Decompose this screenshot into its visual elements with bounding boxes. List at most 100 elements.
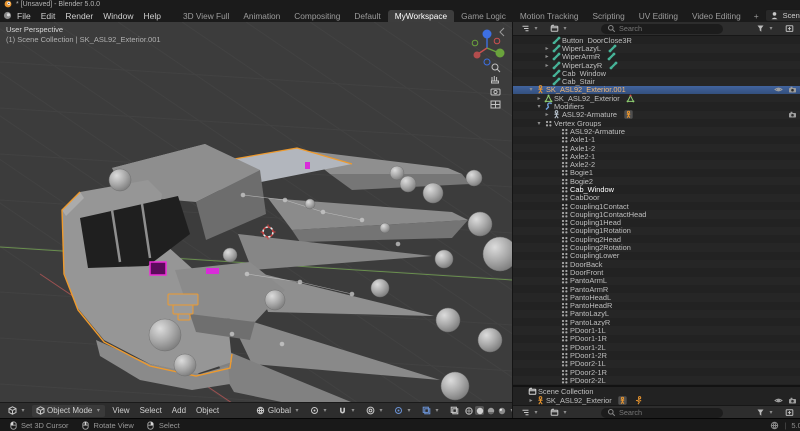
expander-icon[interactable]: ▸ bbox=[543, 53, 551, 60]
outliner-row-couplinglower[interactable]: CouplingLower bbox=[513, 252, 800, 260]
viewport-menu-select[interactable]: Select bbox=[135, 406, 167, 415]
orientation-label: Global bbox=[268, 406, 291, 415]
blender-menu-icon[interactable] bbox=[2, 11, 12, 20]
viewport-menu-add[interactable]: Add bbox=[167, 406, 191, 415]
outliner-row-pantolazyl[interactable]: PantoLazyL bbox=[513, 310, 800, 318]
outliner-row-pdoor1-2l[interactable]: PDoor1-2L bbox=[513, 343, 800, 351]
menu-edit[interactable]: Edit bbox=[36, 11, 61, 21]
expander-icon[interactable]: ▾ bbox=[527, 86, 535, 93]
outliner-row-axle2-1[interactable]: Axle2-1 bbox=[513, 152, 800, 160]
outliner-row-cab-window[interactable]: Cab_Window bbox=[513, 185, 800, 193]
outliner-row-pantoheadl[interactable]: PantoHeadL bbox=[513, 293, 800, 301]
proportional-edit-dropdown[interactable]: ▾ bbox=[362, 405, 388, 417]
outliner-row-vertex-groups[interactable]: ▾Vertex Groups bbox=[513, 119, 800, 127]
outliner-row-axle2-2[interactable]: Axle2-2 bbox=[513, 160, 800, 168]
outliner-row-pdoor1-1l[interactable]: PDoor1-1L bbox=[513, 326, 800, 334]
outliner-row-pantoarmr[interactable]: PantoArmR bbox=[513, 285, 800, 293]
main-menus: FileEditRenderWindowHelp bbox=[12, 11, 166, 21]
overlays-dropdown[interactable]: ▾ bbox=[418, 405, 444, 417]
xray-toggle[interactable] bbox=[446, 405, 462, 417]
outliner-row-sk-asl92-exterior[interactable]: ▸SK_ASL92_Exterior bbox=[513, 396, 800, 405]
shading-rendered-button[interactable] bbox=[497, 406, 506, 415]
eye-icon[interactable] bbox=[773, 85, 783, 94]
mode-dropdown[interactable]: Object Mode▾ bbox=[32, 405, 105, 417]
new-collection-button[interactable] bbox=[781, 407, 797, 419]
outliner-row-pdoor2-1l[interactable]: PDoor2-1L bbox=[513, 360, 800, 368]
outliner-row-pdoor2-1r[interactable]: PDoor2-1R bbox=[513, 368, 800, 376]
outliner-row-pantoarml[interactable]: PantoArmL bbox=[513, 277, 800, 285]
shading-solid-button[interactable] bbox=[475, 406, 484, 415]
workspace-tab-default[interactable]: Default bbox=[347, 10, 387, 22]
editor-type-button[interactable]: ▾ bbox=[517, 23, 543, 35]
filter-dropdown[interactable]: ▾ bbox=[752, 407, 778, 419]
outliner-row-coupling1rotation[interactable]: Coupling1Rotation bbox=[513, 227, 800, 235]
workspace-tab-animation[interactable]: Animation bbox=[236, 10, 287, 22]
pivot-dropdown[interactable]: ▾ bbox=[306, 405, 332, 417]
outliner-row-coupling2head[interactable]: Coupling2Head bbox=[513, 235, 800, 243]
outliner-row-axle1-2[interactable]: Axle1-2 bbox=[513, 144, 800, 152]
xray-icon bbox=[449, 406, 459, 415]
viewport-menu-view[interactable]: View bbox=[107, 406, 134, 415]
new-collection-icon bbox=[784, 24, 794, 33]
add-workspace-button[interactable]: + bbox=[748, 11, 765, 21]
gizmos-dropdown[interactable]: ▾ bbox=[390, 405, 416, 417]
workspace-tab-3d-view-full[interactable]: 3D View Full bbox=[176, 10, 236, 22]
workspace-tab-myworkspace[interactable]: MyWorkspace bbox=[388, 10, 454, 22]
workspace-tab-motion-tracking[interactable]: Motion Tracking bbox=[513, 10, 586, 22]
menu-file[interactable]: File bbox=[12, 11, 36, 21]
outliner-row-doorfront[interactable]: DoorFront bbox=[513, 268, 800, 276]
expander-icon[interactable]: ▸ bbox=[543, 111, 551, 118]
expander-icon[interactable]: ▸ bbox=[535, 95, 543, 102]
outliner-row-axle1-1[interactable]: Axle1-1 bbox=[513, 136, 800, 144]
display-mode-dropdown[interactable]: ▾ bbox=[546, 407, 572, 419]
eye-icon[interactable] bbox=[773, 396, 783, 405]
shading-wireframe-button[interactable] bbox=[464, 406, 473, 415]
outliner-row-coupling2rotation[interactable]: Coupling2Rotation bbox=[513, 243, 800, 251]
workspace-tab-game-logic[interactable]: Game Logic bbox=[454, 10, 513, 22]
outliner-row-pantoheadr[interactable]: PantoHeadR bbox=[513, 302, 800, 310]
outliner-search-input[interactable]: Search bbox=[601, 24, 723, 34]
viewport-canvas[interactable] bbox=[0, 22, 512, 403]
viewport-3d: User Perspective (1) Scene Collection | … bbox=[0, 22, 512, 418]
viewport-overlay: User Perspective (1) Scene Collection | … bbox=[6, 25, 161, 45]
camera-icon[interactable] bbox=[787, 396, 797, 405]
workspace-tab-scripting[interactable]: Scripting bbox=[585, 10, 631, 22]
expander-icon[interactable]: ▸ bbox=[543, 45, 551, 52]
outliner-row-bogie1[interactable]: Bogie1 bbox=[513, 169, 800, 177]
menu-window[interactable]: Window bbox=[98, 11, 138, 21]
outliner-row-coupling1contact[interactable]: Coupling1Contact bbox=[513, 202, 800, 210]
new-collection-button[interactable] bbox=[781, 23, 797, 35]
snap-toggle[interactable]: ▾ bbox=[334, 405, 360, 417]
display-mode-dropdown[interactable]: ▾ bbox=[546, 23, 572, 35]
outliner-row-pantolazyr[interactable]: PantoLazyR bbox=[513, 318, 800, 326]
outliner-row-pdoor1-1r[interactable]: PDoor1-1R bbox=[513, 335, 800, 343]
workspace-tab-compositing[interactable]: Compositing bbox=[287, 10, 347, 22]
outliner-row-bogie2[interactable]: Bogie2 bbox=[513, 177, 800, 185]
scene-selector[interactable]: Scene × bbox=[765, 9, 800, 22]
outliner-row-coupling1head[interactable]: Coupling1Head bbox=[513, 219, 800, 227]
shading-material-button[interactable] bbox=[486, 406, 495, 415]
workspace-tab-uv-editing[interactable]: UV Editing bbox=[632, 10, 685, 22]
outliner-search-input[interactable]: Search bbox=[601, 408, 723, 418]
editor-type-button[interactable]: ▾ bbox=[517, 407, 543, 419]
outliner-row-pdoor1-2r[interactable]: PDoor1-2R bbox=[513, 351, 800, 359]
outliner-row-scene-collection[interactable]: Scene Collection bbox=[513, 387, 800, 396]
viewport-menu-object[interactable]: Object bbox=[191, 406, 224, 415]
camera-icon[interactable] bbox=[787, 85, 797, 94]
workspace-tab-video-editing[interactable]: Video Editing bbox=[685, 10, 748, 22]
expander-icon[interactable]: ▸ bbox=[527, 397, 535, 404]
outliner-row-cabdoor[interactable]: CabDoor bbox=[513, 194, 800, 202]
expander-icon[interactable]: ▾ bbox=[535, 120, 543, 127]
menu-render[interactable]: Render bbox=[60, 11, 98, 21]
expander-icon[interactable]: ▾ bbox=[535, 103, 543, 110]
camera-icon[interactable] bbox=[787, 110, 797, 119]
outliner-row-asl92-armature[interactable]: ASL92-Armature bbox=[513, 127, 800, 135]
outliner-row-coupling1contacthead[interactable]: Coupling1ContactHead bbox=[513, 210, 800, 218]
expander-icon[interactable]: ▸ bbox=[543, 62, 551, 69]
outliner-row-doorback[interactable]: DoorBack bbox=[513, 260, 800, 268]
orientation-dropdown[interactable]: Global▾ bbox=[253, 405, 304, 417]
filter-dropdown[interactable]: ▾ bbox=[752, 23, 778, 35]
editor-type-button[interactable]: ▾ bbox=[4, 405, 30, 417]
menu-help[interactable]: Help bbox=[138, 11, 165, 21]
outliner-row-pdoor2-2l[interactable]: PDoor2-2L bbox=[513, 376, 800, 384]
